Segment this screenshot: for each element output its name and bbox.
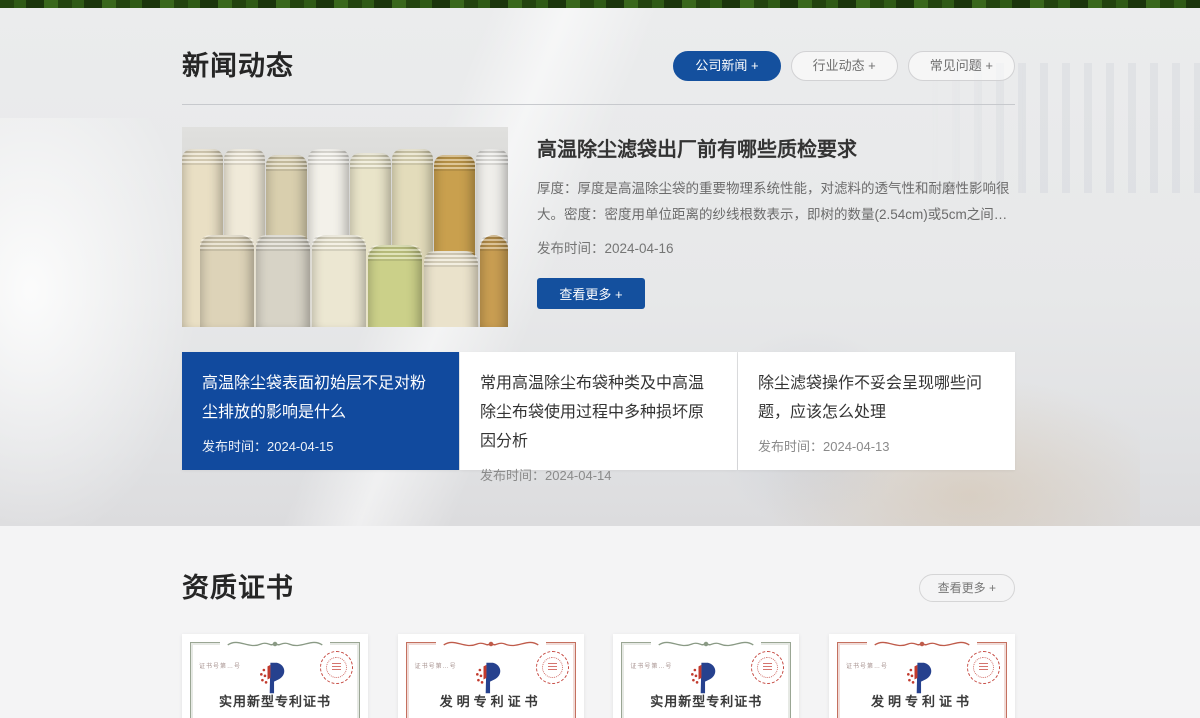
news-card-title: 除尘滤袋操作不妥会呈现哪些问题，应该怎么处理 bbox=[758, 369, 995, 427]
patent-office-logo-icon bbox=[905, 662, 935, 694]
certificate-seal-icon bbox=[751, 651, 784, 684]
filter-bag bbox=[480, 235, 508, 327]
certificate-number: 证书号第…号 bbox=[846, 661, 888, 670]
certificate-title: 实用新型专利证书 bbox=[622, 691, 790, 710]
news-header: 新闻动态 公司新闻 + 行业动态 + 常见问题 + bbox=[182, 8, 1015, 86]
news-card[interactable]: 除尘滤袋操作不妥会呈现哪些问题，应该怎么处理 发布时间：2024-04-13 bbox=[738, 352, 1015, 470]
page: 新闻动态 公司新闻 + 行业动态 + 常见问题 + bbox=[0, 0, 1200, 718]
certificate-title: 发明专利证书 bbox=[407, 691, 575, 710]
filter-bag bbox=[256, 235, 310, 327]
featured-news-excerpt: 厚度：厚度是高温除尘袋的重要物理系统性能，对滤料的透气性和耐磨性影响很大。密度：… bbox=[537, 176, 1015, 228]
certificate-number: 证书号第…号 bbox=[199, 661, 241, 670]
news-card-title: 高温除尘袋表面初始层不足对粉尘排放的影响是什么 bbox=[202, 369, 439, 427]
news-section: 新闻动态 公司新闻 + 行业动态 + 常见问题 + bbox=[0, 8, 1200, 526]
featured-article-content: 高温除尘滤袋出厂前有哪些质检要求 厚度：厚度是高温除尘袋的重要物理系统性能，对滤… bbox=[537, 127, 1015, 327]
tab-industry-news[interactable]: 行业动态 + bbox=[791, 51, 898, 81]
news-card[interactable]: 高温除尘袋表面初始层不足对粉尘排放的影响是什么 发布时间：2024-04-15 bbox=[182, 352, 459, 470]
tab-faq[interactable]: 常见问题 + bbox=[908, 51, 1015, 81]
certificate-seal-icon bbox=[967, 651, 1000, 684]
header-divider bbox=[182, 104, 1015, 105]
filter-bag bbox=[424, 251, 478, 327]
news-card-list: 高温除尘袋表面初始层不足对粉尘排放的影响是什么 发布时间：2024-04-15 … bbox=[182, 352, 1015, 470]
background-blur-shape bbox=[0, 118, 200, 526]
filter-bag bbox=[312, 235, 366, 327]
certificates-more-button[interactable]: 查看更多 + bbox=[919, 574, 1015, 602]
news-card-title: 常用高温除尘布袋种类及中高温除尘布袋使用过程中多种损坏原因分析 bbox=[480, 369, 717, 456]
patent-office-logo-icon bbox=[258, 662, 288, 694]
hero-trees-strip bbox=[0, 0, 1200, 8]
certificate-seal-icon bbox=[320, 651, 353, 684]
patent-office-logo-icon bbox=[689, 662, 719, 694]
certificates-header: 资质证书 查看更多 + bbox=[182, 526, 1015, 608]
certificate-border: 证书号第…号 实用新型专利证书 bbox=[190, 642, 360, 718]
news-section-title: 新闻动态 bbox=[182, 46, 294, 86]
certificate-title: 发明专利证书 bbox=[838, 691, 1006, 710]
certificate-card[interactable]: 证书号第…号 实用新型专利证书 bbox=[613, 634, 799, 718]
certificates-section: 资质证书 查看更多 + 证书号第…号 bbox=[0, 526, 1200, 718]
featured-news-title[interactable]: 高温除尘滤袋出厂前有哪些质检要求 bbox=[537, 133, 1015, 162]
filter-bag bbox=[200, 235, 254, 327]
certificate-list: 证书号第…号 实用新型专利证书 bbox=[182, 634, 1015, 718]
news-tabs: 公司新闻 + 行业动态 + 常见问题 + bbox=[673, 51, 1015, 81]
certificate-garland-ornament bbox=[220, 637, 330, 651]
featured-news-image[interactable] bbox=[182, 127, 508, 327]
certificate-border: 证书号第…号 发明专利证书 bbox=[406, 642, 576, 718]
certificate-garland-ornament bbox=[436, 637, 546, 651]
certificate-border: 证书号第…号 实用新型专利证书 bbox=[621, 642, 791, 718]
certificate-garland-ornament bbox=[651, 637, 761, 651]
certificate-card[interactable]: 证书号第…号 实用新型专利证书 bbox=[182, 634, 368, 718]
featured-news-date: 发布时间：2024-04-16 bbox=[537, 237, 1015, 257]
news-card[interactable]: 常用高温除尘布袋种类及中高温除尘布袋使用过程中多种损坏原因分析 发布时间：202… bbox=[460, 352, 737, 470]
filter-bag bbox=[368, 245, 422, 327]
certificate-card[interactable]: 证书号第…号 发明专利证书 bbox=[398, 634, 584, 718]
certificate-seal-icon bbox=[536, 651, 569, 684]
featured-more-button[interactable]: 查看更多 + bbox=[537, 278, 645, 309]
featured-article: 高温除尘滤袋出厂前有哪些质检要求 厚度：厚度是高温除尘袋的重要物理系统性能，对滤… bbox=[182, 127, 1015, 327]
certificate-border: 证书号第…号 发明专利证书 bbox=[837, 642, 1007, 718]
certificate-number: 证书号第…号 bbox=[415, 661, 457, 670]
certificate-card[interactable]: 证书号第…号 发明专利证书 bbox=[829, 634, 1015, 718]
news-card-date: 发布时间：2024-04-13 bbox=[758, 436, 995, 455]
news-card-date: 发布时间：2024-04-15 bbox=[202, 436, 439, 455]
certificates-section-title: 资质证书 bbox=[182, 568, 294, 608]
news-card-date: 发布时间：2024-04-14 bbox=[480, 465, 717, 484]
patent-office-logo-icon bbox=[473, 662, 503, 694]
certificate-number: 证书号第…号 bbox=[630, 661, 672, 670]
certificate-title: 实用新型专利证书 bbox=[191, 691, 359, 710]
certificate-garland-ornament bbox=[867, 637, 977, 651]
tab-company-news[interactable]: 公司新闻 + bbox=[673, 51, 780, 81]
